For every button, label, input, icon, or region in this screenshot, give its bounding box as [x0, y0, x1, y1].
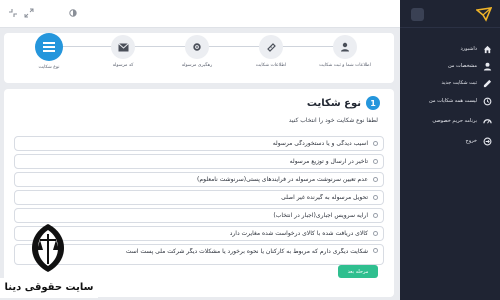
exit-fullscreen-icon[interactable] [8, 8, 18, 18]
complaint-option[interactable]: عدم تعیین سرنوشت مرسوله در فرایندهای پست… [14, 172, 384, 187]
radio-button[interactable] [373, 231, 378, 236]
option-label: آسیب دیدگی و یا دستخوردگی مرسوله [272, 140, 368, 147]
option-label: ارایه سرویس اجباری(اجبار در انتخاب) [273, 212, 368, 219]
radio-button[interactable] [373, 213, 378, 218]
home-icon [482, 44, 492, 54]
gauge-icon [482, 116, 492, 126]
step-label: نوع شکایت [38, 65, 60, 70]
complaint-page: { "sidebar": { "items": [ {"label": "داش… [0, 0, 500, 300]
option-label: کالای دریافت شده با کالای درخواست شده مغ… [229, 230, 368, 237]
sidebar-item-dashboard[interactable]: داشبورد [406, 42, 492, 56]
step-your-info[interactable]: اطلاعات شما و ثبت شکایت [310, 35, 380, 68]
user-icon [333, 35, 357, 59]
expand-icon[interactable] [24, 8, 34, 18]
sidebar-item-label: برنامه حریم خصوصی [432, 118, 477, 124]
step-number-badge: 1 [366, 96, 380, 110]
complaint-option[interactable]: تحویل مرسوله به گیرنده غیر اصلی [14, 190, 384, 205]
complaint-option[interactable]: آسیب دیدگی و یا دستخوردگی مرسوله [14, 136, 384, 151]
step-label: کد مرسوله [112, 63, 134, 68]
top-bar [0, 0, 400, 28]
radio-button[interactable] [373, 141, 378, 146]
option-label: تحویل مرسوله به گیرنده غیر اصلی [281, 194, 368, 201]
logout-icon [482, 136, 492, 146]
sidebar-item-label: خروج [465, 138, 478, 144]
card-title: نوع شکایت [306, 97, 361, 109]
sidebar-item-complaint-list[interactable]: لیست همه شکایات من [406, 94, 492, 108]
envelope-icon [111, 35, 135, 59]
next-step-button[interactable]: مرحله بعد [338, 265, 378, 278]
menu-toggle-button[interactable] [411, 8, 424, 21]
radio-button[interactable] [373, 248, 378, 253]
ticket-icon [259, 35, 283, 59]
user-icon [482, 61, 492, 71]
logo-icon [475, 6, 493, 22]
sidebar-item-privacy[interactable]: برنامه حریم خصوصی [406, 114, 492, 128]
step-label: رهگیری مرسوله [181, 63, 213, 68]
step-complaint-type[interactable]: نوع شکایت [14, 33, 84, 70]
watermark-text: سایت حقوقی دینا [0, 278, 98, 298]
sidebar-item-new-complaint[interactable]: ثبت شکایت جدید [406, 76, 492, 90]
card-subtitle: لطفا نوع شکایت خود را انتخاب کنید [288, 117, 378, 124]
step-complaint-info[interactable]: اطلاعات شکایت [236, 35, 306, 68]
gear-icon [185, 35, 209, 59]
sidebar-item-label: ثبت شکایت جدید [441, 80, 478, 86]
radio-button[interactable] [373, 177, 378, 182]
sidebar-header [400, 0, 500, 28]
step-label: اطلاعات شکایت [255, 63, 287, 68]
step-parcel-code[interactable]: کد مرسوله [88, 35, 158, 68]
history-icon [482, 96, 492, 106]
theme-toggle-icon[interactable] [68, 8, 78, 18]
option-label: تاخیر در ارسال و توزیع مرسوله [289, 158, 368, 165]
sidebar-item-logout[interactable]: خروج [406, 134, 492, 148]
radio-button[interactable] [373, 159, 378, 164]
complaint-option[interactable]: تاخیر در ارسال و توزیع مرسوله [14, 154, 384, 169]
card-header: 1 نوع شکایت [307, 96, 380, 110]
edit-icon [482, 78, 492, 88]
sidebar-item-label: مشخصات من [447, 63, 477, 69]
sidebar: داشبورد مشخصات من ثبت شکایت جدید لیست هم… [400, 0, 500, 300]
sidebar-item-label: داشبورد [460, 46, 477, 52]
sidebar-item-profile[interactable]: مشخصات من [406, 59, 492, 73]
list-icon [35, 33, 63, 61]
option-label: عدم تعیین سرنوشت مرسوله در فرایندهای پست… [197, 176, 368, 183]
scales-of-justice-icon [28, 222, 68, 274]
progress-steps: اطلاعات شما و ثبت شکایت اطلاعات شکایت ره… [4, 33, 394, 83]
step-label: اطلاعات شما و ثبت شکایت [319, 63, 371, 68]
site-watermark: سایت حقوقی دینا [0, 218, 98, 300]
radio-button[interactable] [373, 195, 378, 200]
step-tracking[interactable]: رهگیری مرسوله [162, 35, 232, 68]
sidebar-item-label: لیست همه شکایات من [429, 98, 477, 104]
